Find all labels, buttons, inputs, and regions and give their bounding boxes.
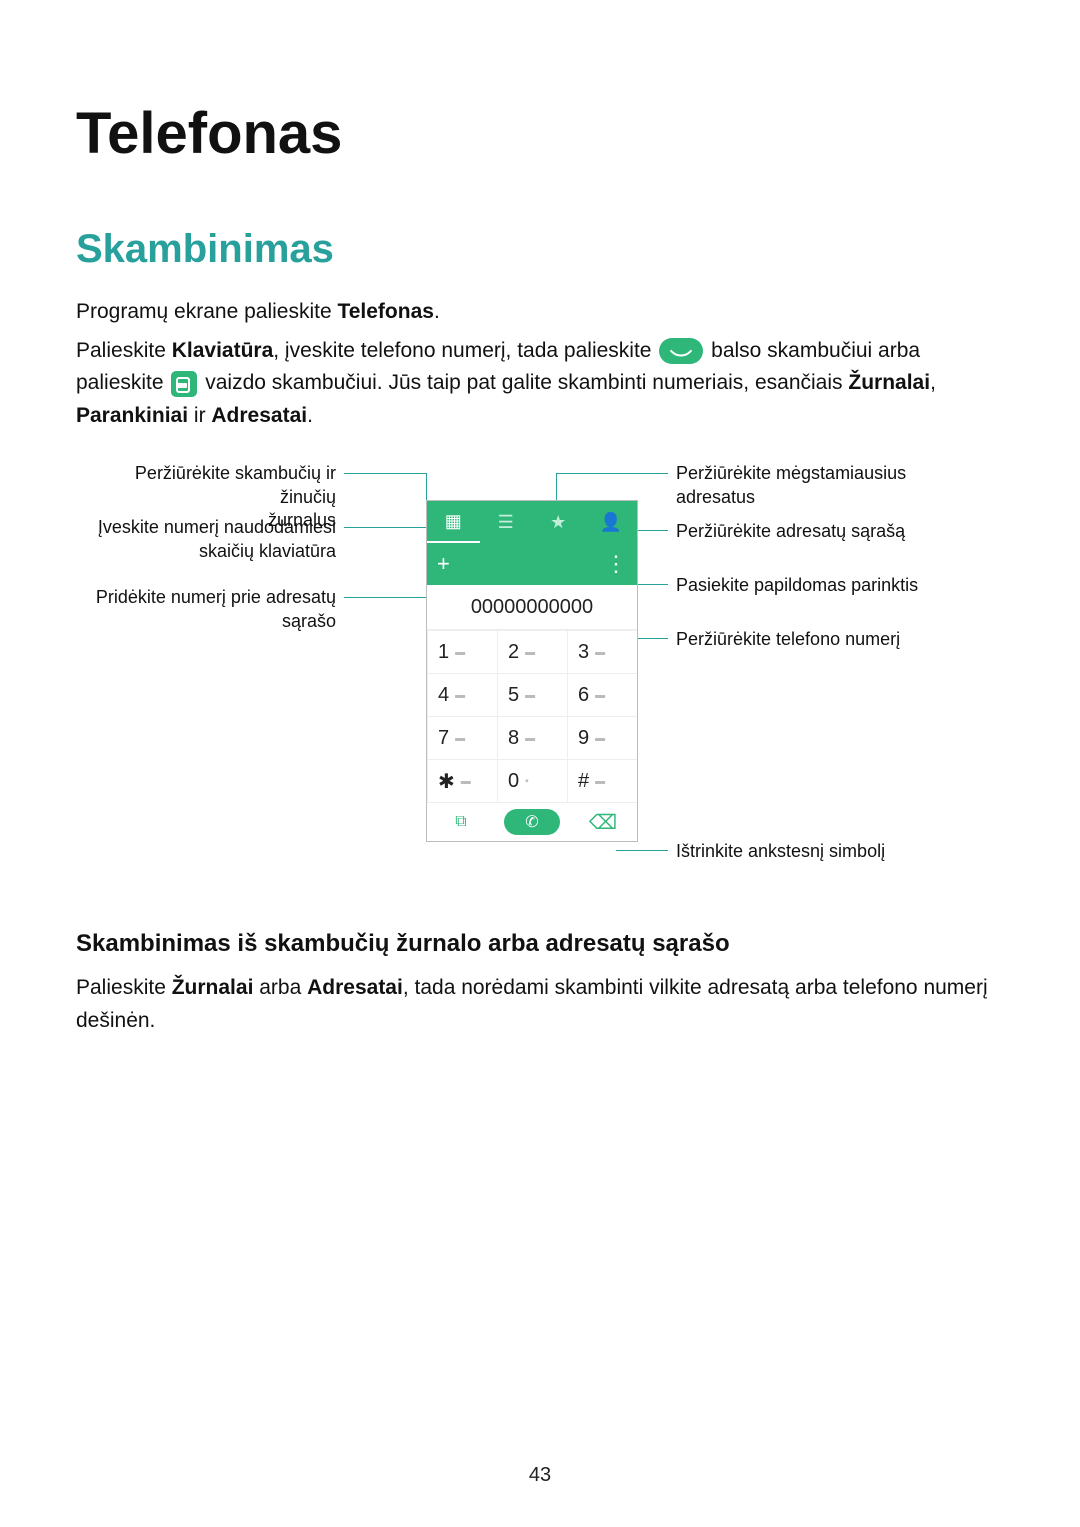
- call-button[interactable]: ✆: [504, 809, 560, 835]
- key-2[interactable]: 2▬: [497, 630, 567, 673]
- bold-text: Žurnalai: [848, 371, 930, 394]
- bold-text: Adresatai: [211, 404, 307, 427]
- text: vaizdo skambučiui. Jūs taip pat galite s…: [199, 371, 848, 394]
- key-1[interactable]: 1▬: [427, 630, 497, 673]
- callout-contacts-list: Peržiūrėkite adresatų sąrašą: [676, 520, 996, 543]
- callout-keypad-tab: Įveskite numerį naudodamiesi skaičių kla…: [76, 516, 336, 563]
- bold-text: Telefonas: [337, 300, 433, 323]
- paragraph-1: Programų ekrane palieskite Telefonas.: [76, 296, 1004, 329]
- key-9[interactable]: 9▬: [567, 716, 637, 759]
- connector-line: [556, 473, 668, 474]
- callout-backspace: Ištrinkite ankstesnį simbolį: [676, 840, 996, 863]
- key-sub: ▬: [455, 647, 465, 658]
- connector-line: [344, 597, 426, 598]
- video-call-button[interactable]: ⧉: [436, 809, 486, 835]
- callout-more-options: Pasiekite papildomas parinktis: [676, 574, 996, 597]
- key-sub: ▬: [525, 647, 535, 658]
- key-sub: ▬: [595, 690, 605, 701]
- bold-text: Klaviatūra: [172, 339, 274, 362]
- key-sub: ▬: [455, 690, 465, 701]
- call-icon: [659, 338, 703, 364]
- key-8[interactable]: 8▬: [497, 716, 567, 759]
- key-6[interactable]: 6▬: [567, 673, 637, 716]
- page-number: 43: [0, 1464, 1080, 1487]
- connector-line: [636, 638, 668, 639]
- key-7[interactable]: 7▬: [427, 716, 497, 759]
- video-call-icon: [171, 371, 197, 397]
- dialer-diagram: Peržiūrėkite skambučių ir žinučių žurnal…: [76, 460, 1004, 890]
- key-sub: ▬: [595, 776, 605, 787]
- key-label: 3: [578, 641, 589, 664]
- callout-phone-number: Peržiūrėkite telefono numerį: [676, 628, 996, 651]
- number-display: 00000000000: [427, 585, 637, 630]
- tab-bar: ▦ ☰ ★ 👤: [427, 501, 637, 543]
- key-sub: ▬: [525, 733, 535, 744]
- key-4[interactable]: 4▬: [427, 673, 497, 716]
- key-label: 6: [578, 684, 589, 707]
- more-icon[interactable]: ⋮: [605, 551, 627, 577]
- key-label: 4: [438, 684, 449, 707]
- tab-favorites[interactable]: ★: [532, 501, 585, 543]
- text: , įveskite telefono numerį, tada paliesk…: [273, 339, 657, 362]
- bold-text: Adresatai: [307, 976, 403, 999]
- keypad: 1▬ 2▬ 3▬ 4▬ 5▬ 6▬ 7▬ 8▬ 9▬ ✱▬ 0▪ #▬: [427, 630, 637, 802]
- key-3[interactable]: 3▬: [567, 630, 637, 673]
- text: Programų ekrane palieskite: [76, 300, 337, 323]
- key-hash[interactable]: #▬: [567, 759, 637, 802]
- add-contact-icon[interactable]: +: [437, 551, 450, 577]
- text: ,: [930, 371, 936, 394]
- add-row: + ⋮: [427, 543, 637, 585]
- key-5[interactable]: 5▬: [497, 673, 567, 716]
- bold-text: Žurnalai: [172, 976, 254, 999]
- key-0[interactable]: 0▪: [497, 759, 567, 802]
- key-label: 1: [438, 641, 449, 664]
- key-label: 7: [438, 727, 449, 750]
- tab-logs[interactable]: ☰: [480, 501, 533, 543]
- paragraph-2: Palieskite Klaviatūra, įveskite telefono…: [76, 335, 1004, 433]
- tab-keypad[interactable]: ▦: [427, 501, 480, 543]
- callout-add-contact: Pridėkite numerį prie adresatų sąrašo: [76, 586, 336, 633]
- key-label: ✱: [438, 769, 455, 794]
- paragraph-3: Palieskite Žurnalai arba Adresatai, tada…: [76, 972, 1004, 1037]
- text: Palieskite: [76, 339, 172, 362]
- key-sub: ▬: [461, 776, 471, 787]
- page: Telefonas Skambinimas Programų ekrane pa…: [0, 0, 1080, 1527]
- key-sub: ▪: [525, 776, 529, 787]
- section-heading: Skambinimas: [76, 227, 1004, 272]
- key-label: 9: [578, 727, 589, 750]
- tab-contacts[interactable]: 👤: [585, 501, 638, 543]
- text: .: [434, 300, 440, 323]
- connector-line: [344, 473, 426, 474]
- backspace-button[interactable]: ⌫: [578, 809, 628, 835]
- text: .: [307, 404, 313, 427]
- action-row: ⧉ ✆ ⌫: [427, 802, 637, 841]
- connector-line: [616, 850, 668, 851]
- key-sub: ▬: [595, 647, 605, 658]
- key-star[interactable]: ✱▬: [427, 759, 497, 802]
- key-label: 2: [508, 641, 519, 664]
- text: ir: [188, 404, 211, 427]
- key-sub: ▬: [455, 733, 465, 744]
- bold-text: Parankiniai: [76, 404, 188, 427]
- key-label: #: [578, 770, 589, 793]
- callout-favorites: Peržiūrėkite mėgstamiausius adresatus: [676, 462, 996, 509]
- text: Palieskite: [76, 976, 172, 999]
- key-label: 5: [508, 684, 519, 707]
- page-title: Telefonas: [76, 100, 1004, 167]
- text: arba: [253, 976, 307, 999]
- key-label: 0: [508, 770, 519, 793]
- key-label: 8: [508, 727, 519, 750]
- key-sub: ▬: [525, 690, 535, 701]
- key-sub: ▬: [595, 733, 605, 744]
- subheading: Skambinimas iš skambučių žurnalo arba ad…: [76, 930, 1004, 958]
- phone-mock: ▦ ☰ ★ 👤 + ⋮ 00000000000 1▬ 2▬ 3▬ 4▬ 5▬ 6…: [426, 500, 638, 842]
